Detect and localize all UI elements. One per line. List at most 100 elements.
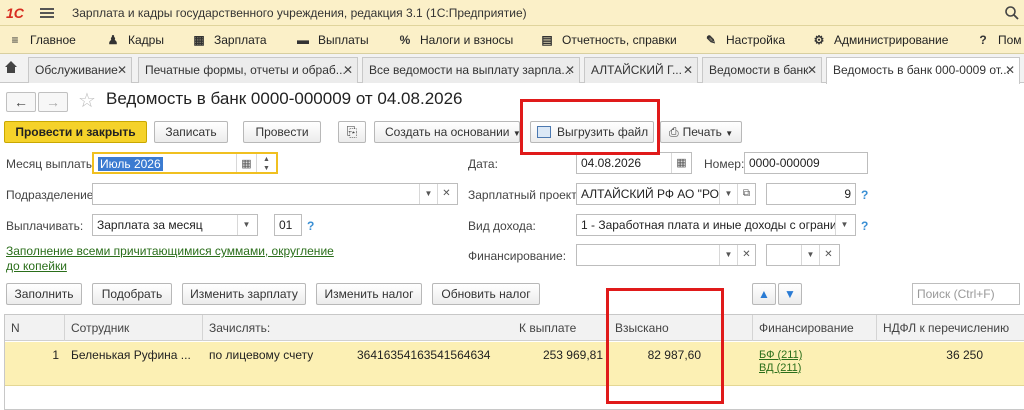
month-stepper[interactable]: ▲ ▼: [256, 154, 276, 172]
column-header-ndfl[interactable]: НДФЛ к перечислению: [877, 315, 1024, 341]
project-field[interactable]: АЛТАЙСКИЙ РФ АО "РО ▼ ⧉: [576, 183, 756, 205]
menu-item-reports[interactable]: ▤ Отчетность, справки: [540, 26, 676, 54]
post-and-close-button[interactable]: Провести и закрыть: [4, 121, 147, 143]
cell-to-pay: 253 969,81: [542, 348, 603, 362]
title-bar: 1C Зарплата и кадры государственного учр…: [0, 0, 1024, 26]
change-salary-button[interactable]: Изменить зарплату: [182, 283, 306, 305]
gear-icon: ⚙: [813, 33, 825, 47]
tab-service[interactable]: Обслуживание ✕: [28, 57, 132, 83]
print-button[interactable]: ⎙ Печать ▼: [660, 121, 742, 143]
search-icon[interactable]: [1004, 5, 1020, 21]
close-icon[interactable]: ✕: [1005, 58, 1015, 82]
home-icon[interactable]: [4, 60, 18, 74]
highlight-box-withheld: [606, 288, 724, 404]
select-button[interactable]: Подобрать: [92, 283, 172, 305]
tab-current-statement[interactable]: Ведомость в банк 000-0009 от... ✕: [826, 57, 1020, 84]
column-header-employee[interactable]: Сотрудник: [65, 315, 203, 341]
project-value: АЛТАЙСКИЙ РФ АО "РО: [581, 187, 720, 201]
tab-label: Все ведомости на выплату зарпла...: [369, 63, 572, 77]
column-header-financing[interactable]: Финансирование: [753, 315, 877, 341]
dropdown-arrow-icon[interactable]: ▼: [719, 245, 737, 265]
move-down-button[interactable]: ▼: [778, 283, 802, 305]
calculator-icon: ▦: [193, 33, 205, 47]
project-number-field[interactable]: 9: [766, 183, 856, 205]
menu-item-admin[interactable]: ⚙ Администрирование: [812, 26, 949, 54]
clear-icon[interactable]: ✕: [737, 245, 755, 265]
menu-item-main[interactable]: ≡ Главное: [8, 26, 75, 54]
fill-button[interactable]: Заполнить: [6, 283, 82, 305]
clear-icon[interactable]: ✕: [437, 184, 455, 204]
menu-lines-icon: ≡: [11, 33, 19, 47]
cell-financing-1[interactable]: БФ (211): [759, 349, 802, 362]
number-field[interactable]: 0000-000009: [744, 152, 868, 174]
create-based-label: Создать на основании: [385, 125, 510, 139]
hamburger-icon[interactable]: [40, 6, 54, 20]
attachment-button[interactable]: ⎘: [338, 121, 366, 143]
fill-settings-link[interactable]: Заполнение всеми причитающимися суммами,…: [6, 244, 346, 274]
clear-icon[interactable]: ✕: [819, 245, 837, 265]
menu-item-settings[interactable]: ✎ Настройка: [704, 26, 785, 54]
calendar-icon[interactable]: ▦: [236, 154, 256, 172]
post-button[interactable]: Провести: [243, 121, 321, 143]
close-icon[interactable]: ✕: [683, 58, 693, 82]
menu-item-payments[interactable]: ▬ Выплаты: [296, 26, 369, 54]
help-icon[interactable]: ?: [861, 188, 868, 202]
column-header-to-pay[interactable]: К выплате: [513, 315, 609, 341]
tab-label: Ведомости в банк: [709, 63, 809, 77]
update-tax-button[interactable]: Обновить налог: [432, 283, 540, 305]
close-icon[interactable]: ✕: [807, 58, 817, 82]
tab-bar: Обслуживание ✕ Печатные формы, отчеты и о…: [0, 54, 1024, 84]
help-icon[interactable]: ?: [861, 219, 868, 233]
help-icon[interactable]: ?: [307, 219, 314, 233]
financing-field[interactable]: ▼ ✕: [576, 244, 756, 266]
page-title: Ведомость в банк 0000-000009 от 04.08.20…: [106, 89, 463, 108]
close-icon[interactable]: ✕: [565, 58, 575, 82]
tab-bank-statements[interactable]: Ведомости в банк ✕: [702, 57, 822, 83]
table-row[interactable]: 1 Беленькая Руфина ... по лицевому счету…: [5, 342, 1024, 386]
cell-ndfl: 36 250: [946, 348, 983, 362]
column-header-credit-to[interactable]: Зачислять:: [203, 315, 513, 341]
change-tax-button[interactable]: Изменить налог: [316, 283, 422, 305]
save-button[interactable]: Записать: [154, 121, 228, 143]
open-icon[interactable]: ⧉: [737, 184, 755, 204]
tab-label: Обслуживание: [35, 63, 118, 77]
column-header-n[interactable]: N: [5, 315, 65, 341]
dropdown-arrow-icon[interactable]: ▼: [419, 184, 437, 204]
cell-financing-2[interactable]: ВД (211): [759, 362, 801, 375]
nav-forward-button[interactable]: →: [38, 92, 68, 112]
menu-item-staff[interactable]: ♟ Кадры: [106, 26, 164, 54]
menu-item-salary[interactable]: ▦ Зарплата: [192, 26, 267, 54]
dropdown-arrow-icon[interactable]: ▼: [801, 245, 819, 265]
dropdown-arrow-icon[interactable]: ▼: [719, 184, 737, 204]
tab-print-forms[interactable]: Печатные формы, отчеты и обраб... ✕: [138, 57, 358, 83]
number-value: 0000-000009: [749, 156, 820, 170]
search-input[interactable]: Поиск (Ctrl+F): [912, 283, 1020, 305]
close-icon[interactable]: ✕: [343, 58, 353, 82]
close-icon[interactable]: ✕: [117, 58, 127, 82]
menu-item-taxes[interactable]: % Налоги и взносы: [398, 26, 514, 54]
print-label: Печать: [682, 125, 722, 139]
pay-code-value: 01: [279, 218, 293, 232]
app-title: Зарплата и кадры государственного учрежд…: [72, 6, 527, 20]
calendar-icon[interactable]: ▦: [671, 153, 691, 173]
income-field[interactable]: 1 - Заработная плата и иные доходы с огр…: [576, 214, 856, 236]
dropdown-arrow-icon[interactable]: ▼: [237, 215, 255, 235]
financing-extra-field[interactable]: ▼ ✕: [766, 244, 840, 266]
nav-back-button[interactable]: ←: [6, 92, 36, 112]
menu-label: Зарплата: [214, 33, 267, 47]
menu-label: Кадры: [128, 33, 164, 47]
table-header: N Сотрудник Зачислять: К выплате Взыскан…: [5, 315, 1024, 341]
dropdown-arrow-icon[interactable]: ▼: [835, 215, 853, 235]
date-field[interactable]: 04.08.2026 ▦: [576, 152, 692, 174]
favorite-star-icon[interactable]: ☆: [78, 88, 96, 113]
pay-field[interactable]: Зарплата за месяц ▼: [92, 214, 258, 236]
create-based-on-button[interactable]: Создать на основании ▼: [374, 121, 521, 143]
menu-item-help[interactable]: ? Пом: [976, 26, 1021, 54]
month-field[interactable]: Июль 2026 ▦ ▲ ▼: [92, 152, 278, 174]
move-up-button[interactable]: ▲: [752, 283, 776, 305]
division-label: Подразделение:: [6, 188, 97, 202]
division-field[interactable]: ▼ ✕: [92, 183, 458, 205]
tab-altai[interactable]: АЛТАЙСКИЙ Г... ✕: [584, 57, 698, 83]
pay-code-field[interactable]: 01: [274, 214, 302, 236]
tab-all-statements[interactable]: Все ведомости на выплату зарпла... ✕: [362, 57, 580, 83]
